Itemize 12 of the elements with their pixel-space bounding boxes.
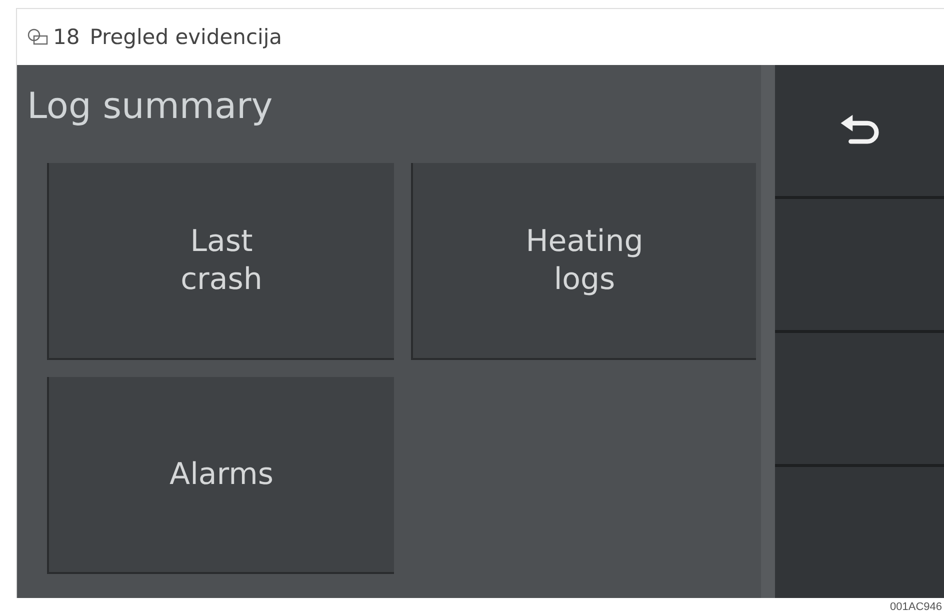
menu-tile[interactable]: Alarms bbox=[47, 377, 394, 574]
figure-number: 18 bbox=[53, 25, 80, 49]
screen-title: Log summary bbox=[27, 85, 274, 129]
side-button[interactable] bbox=[775, 333, 944, 464]
figure-title: Pregled evidencija bbox=[90, 25, 282, 49]
menu-tile[interactable]: Heating logs bbox=[411, 163, 756, 360]
figure-icon bbox=[27, 28, 49, 46]
image-code: 001AC946 bbox=[889, 601, 943, 613]
side-button[interactable] bbox=[775, 199, 944, 330]
side-button[interactable] bbox=[775, 467, 944, 598]
back-button[interactable] bbox=[775, 65, 944, 196]
menu-tile[interactable]: Last crash bbox=[47, 163, 394, 360]
